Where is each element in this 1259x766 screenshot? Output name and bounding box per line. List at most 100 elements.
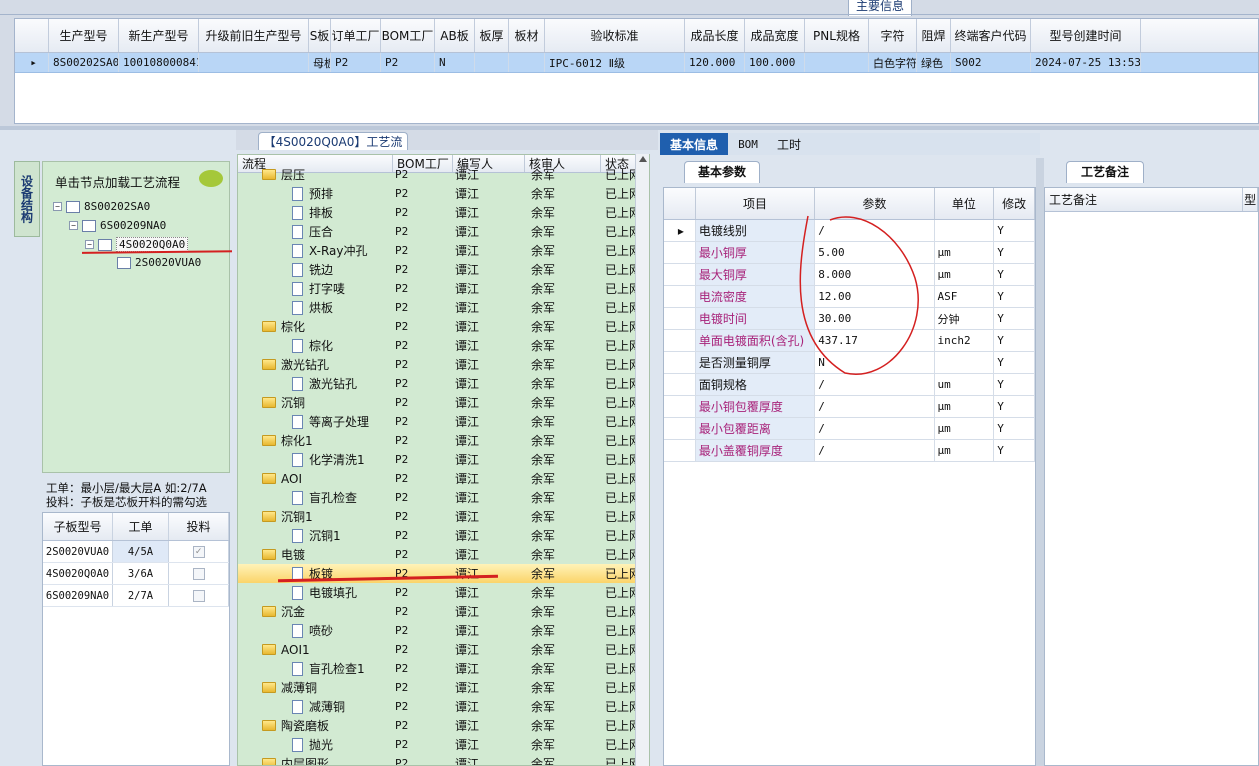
param-value[interactable]: /	[815, 418, 935, 439]
main-cell[interactable]: N	[435, 53, 475, 72]
main-col-header[interactable]: 成品宽度	[745, 19, 805, 52]
param-value[interactable]: /	[815, 440, 935, 461]
child-row[interactable]: 2S0020VUA0 4/5A ✓	[43, 541, 229, 563]
feed-checkbox[interactable]	[192, 589, 205, 602]
col-modify[interactable]: 修改	[994, 188, 1035, 219]
main-cell[interactable]: P2	[381, 53, 435, 72]
device-structure-tab[interactable]: 设备结构	[14, 161, 40, 237]
process-row[interactable]: 抛光 P2 谭江 余军 已上网	[238, 735, 649, 754]
main-cell[interactable]: 8S00202SA0	[49, 53, 119, 72]
main-col-header[interactable]: BOM工厂	[381, 19, 435, 52]
collapse-icon[interactable]: −	[69, 221, 78, 230]
main-col-header[interactable]: 升级前旧生产型号	[199, 19, 309, 52]
process-row[interactable]: 烘板 P2 谭江 余军 已上网	[238, 298, 649, 317]
main-cell[interactable]: S002	[951, 53, 1031, 72]
process-row[interactable]: 盲孔检查 P2 谭江 余军 已上网	[238, 488, 649, 507]
param-value[interactable]: /	[815, 396, 935, 417]
process-row[interactable]: 减薄铜 P2 谭江 余军 已上网	[238, 697, 649, 716]
process-row[interactable]: 压合 P2 谭江 余军 已上网	[238, 222, 649, 241]
col-unit[interactable]: 单位	[935, 188, 995, 219]
process-row[interactable]: 沉金 P2 谭江 余军 已上网	[238, 602, 649, 621]
main-cell[interactable]: 10010800084141	[119, 53, 199, 72]
param-modify[interactable]: Y	[994, 374, 1036, 395]
col-type[interactable]: 型	[1243, 188, 1258, 211]
param-modify[interactable]: Y	[994, 308, 1036, 329]
main-col-header[interactable]: 生产型号	[49, 19, 119, 52]
main-grid-row[interactable]: ▸8S00202SA010010800084141母板P2P2NIPC-6012…	[15, 53, 1258, 73]
main-cell[interactable]	[475, 53, 509, 72]
process-row[interactable]: 铣边 P2 谭江 余军 已上网	[238, 260, 649, 279]
param-modify[interactable]: Y	[994, 396, 1036, 417]
main-col-header[interactable]: 成品长度	[685, 19, 745, 52]
param-row[interactable]: 最小包覆距离 / μm Y	[664, 418, 1036, 440]
tree-node-3[interactable]: − 4S0020Q0A0	[85, 237, 189, 252]
param-modify[interactable]: Y	[994, 242, 1036, 263]
process-tab[interactable]: 【4S0020Q0A0】工艺流程	[258, 132, 408, 167]
tree-node-4[interactable]: 2S0020VUA0	[117, 256, 201, 269]
process-row[interactable]: 棕化 P2 谭江 余军 已上网	[238, 336, 649, 355]
col-child-model[interactable]: 子板型号	[43, 513, 113, 540]
col-order[interactable]: 工单	[113, 513, 169, 540]
tab-basic-info[interactable]: 基本信息	[660, 133, 728, 155]
main-cell[interactable]	[805, 53, 869, 72]
main-cell[interactable]	[199, 53, 309, 72]
tab-basic-params[interactable]: 基本参数	[684, 161, 760, 183]
process-row[interactable]: 喷砂 P2 谭江 余军 已上网	[238, 621, 649, 640]
feed-checkbox[interactable]: ✓	[192, 545, 205, 558]
process-row[interactable]: 减薄铜 P2 谭江 余军 已上网	[238, 678, 649, 697]
process-row[interactable]: 沉铜1 P2 谭江 余军 已上网	[238, 507, 649, 526]
main-cell[interactable]: 120.000	[685, 53, 745, 72]
process-row[interactable]: AOI P2 谭江 余军 已上网	[238, 469, 649, 488]
feed-checkbox[interactable]	[192, 567, 205, 580]
main-cell[interactable]: 白色字符	[869, 53, 917, 72]
process-row[interactable]: 沉铜 P2 谭江 余军 已上网	[238, 393, 649, 412]
process-row[interactable]: 沉铜1 P2 谭江 余军 已上网	[238, 526, 649, 545]
main-cell[interactable]: P2	[331, 53, 381, 72]
child-row[interactable]: 6S00209NA0 2/7A	[43, 585, 229, 607]
main-col-header[interactable]: 验收标准	[545, 19, 685, 52]
param-modify[interactable]: Y	[994, 286, 1036, 307]
param-modify[interactable]: Y	[994, 220, 1036, 241]
main-cell[interactable]: 100.000	[745, 53, 805, 72]
col-feed[interactable]: 投料	[169, 513, 229, 540]
process-row[interactable]: 陶瓷磨板 P2 谭江 余军 已上网	[238, 716, 649, 735]
param-modify[interactable]: Y	[994, 330, 1036, 351]
process-scrollbar[interactable]	[635, 154, 649, 766]
param-modify[interactable]: Y	[994, 264, 1036, 285]
param-modify[interactable]: Y	[994, 418, 1036, 439]
process-row[interactable]: 排板 P2 谭江 余军 已上网	[238, 203, 649, 222]
process-row[interactable]: 内层图形 P2 谭江 余军 已上网	[238, 754, 649, 765]
main-col-header[interactable]: 板材	[509, 19, 545, 52]
param-row[interactable]: 最小铜包覆厚度 / μm Y	[664, 396, 1036, 418]
process-row[interactable]: 电镀 P2 谭江 余军 已上网	[238, 545, 649, 564]
scroll-up-icon[interactable]	[638, 156, 647, 162]
main-col-header[interactable]: AB板	[435, 19, 475, 52]
process-row[interactable]: 盲孔检查1 P2 谭江 余军 已上网	[238, 659, 649, 678]
process-row[interactable]: 棕化1 P2 谭江 余军 已上网	[238, 431, 649, 450]
param-modify[interactable]: Y	[994, 440, 1036, 461]
main-col-header[interactable]: 终端客户代码	[951, 19, 1031, 52]
main-cell[interactable]: 母板	[309, 53, 331, 72]
main-cell[interactable]: 2024-07-25 13:53:03	[1031, 53, 1141, 72]
process-row[interactable]: X-Ray冲孔 P2 谭江 余军 已上网	[238, 241, 649, 260]
process-row[interactable]: 层压 P2 谭江 余军 已上网	[238, 165, 649, 184]
process-row[interactable]: 打字唛 P2 谭江 余军 已上网	[238, 279, 649, 298]
main-col-header[interactable]: 板厚	[475, 19, 509, 52]
process-row[interactable]: 激光钻孔 P2 谭江 余军 已上网	[238, 355, 649, 374]
main-col-header[interactable]: S板	[309, 19, 331, 52]
main-col-header[interactable]: 字符	[869, 19, 917, 52]
process-row[interactable]: 等离子处理 P2 谭江 余军 已上网	[238, 412, 649, 431]
main-col-header[interactable]: PNL规格	[805, 19, 869, 52]
collapse-icon[interactable]: −	[53, 202, 62, 211]
main-cell[interactable]: IPC-6012 Ⅱ级	[545, 53, 685, 72]
main-col-header[interactable]: 阻焊	[917, 19, 951, 52]
col-remark[interactable]: 工艺备注	[1045, 188, 1244, 211]
splitter[interactable]	[1036, 158, 1044, 766]
main-col-header[interactable]: 订单工厂	[331, 19, 381, 52]
main-cell[interactable]	[509, 53, 545, 72]
process-row[interactable]: 棕化 P2 谭江 余军 已上网	[238, 317, 649, 336]
param-modify[interactable]: Y	[994, 352, 1036, 373]
main-col-header[interactable]: 型号创建时间	[1031, 19, 1141, 52]
process-row[interactable]: 激光钻孔 P2 谭江 余军 已上网	[238, 374, 649, 393]
tree-node-1[interactable]: − 8S00202SA0	[53, 200, 150, 213]
